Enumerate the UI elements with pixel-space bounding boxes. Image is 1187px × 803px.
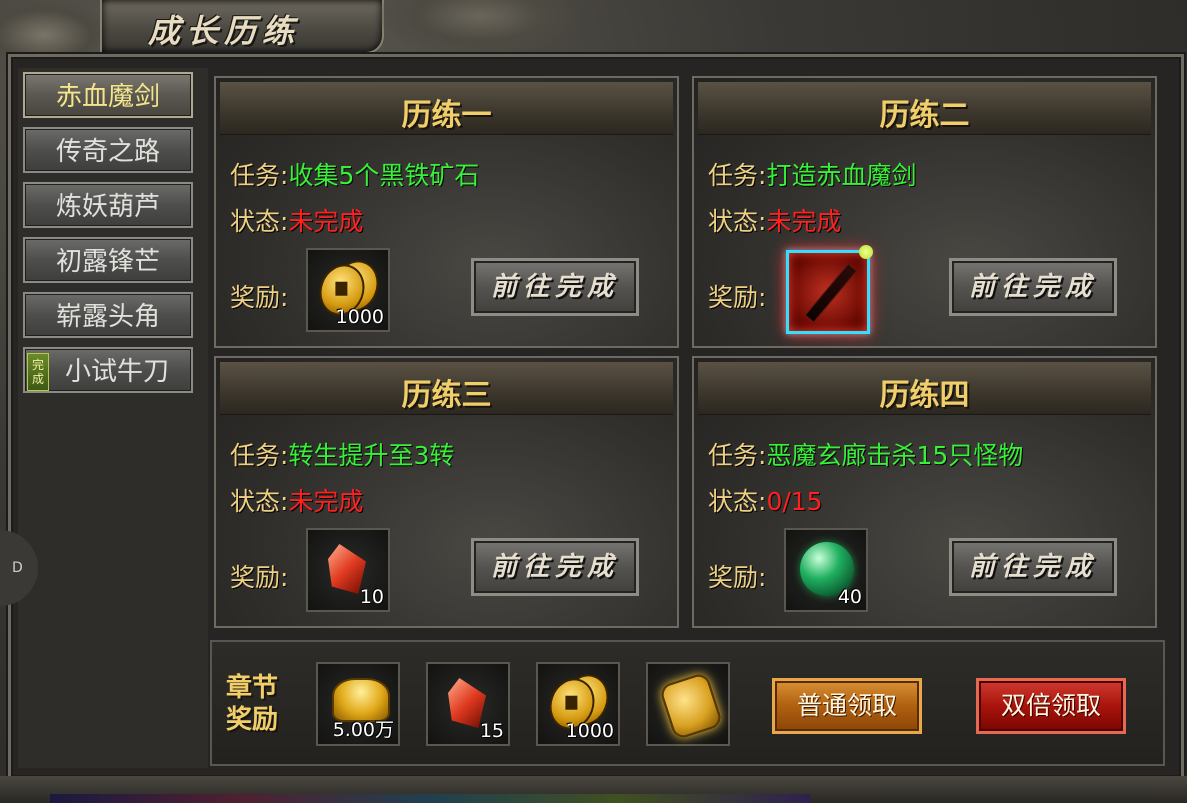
normal-claim-button[interactable]: 普通领取 <box>772 678 922 734</box>
task-text: 打造赤血魔剑 <box>766 161 917 190</box>
sidebar-tab-label: 赤血魔剑 <box>55 82 160 112</box>
status-label: 状态: <box>708 487 767 516</box>
chapter-reward-slot[interactable] <box>646 662 730 746</box>
reward-label: 奖励: <box>708 283 767 312</box>
task-label: 任务: <box>708 441 767 470</box>
reward-slot[interactable]: 10 <box>306 528 390 612</box>
reward-count: 1000 <box>565 720 614 742</box>
reward-label: 奖励: <box>230 563 289 592</box>
task-row: 任务:收集5个黑铁矿石 <box>230 156 479 192</box>
card-header: 历练一 <box>220 82 673 135</box>
go-complete-button[interactable]: 前往完成 <box>949 538 1117 596</box>
task-label: 任务: <box>708 161 767 190</box>
status-text: 未完成 <box>288 207 364 236</box>
chapter-label-line2: 奖励 <box>226 705 279 735</box>
background-strip <box>50 794 810 803</box>
reward-label: 奖励: <box>230 283 289 312</box>
status-text: 0/15 <box>766 487 823 516</box>
task-row: 任务:转生提升至3转 <box>230 436 454 472</box>
completed-badge: 完成 <box>27 353 49 391</box>
sidebar-tab-label: 传奇之路 <box>55 137 160 167</box>
trial-card-1: 历练一 任务:收集5个黑铁矿石 状态:未完成 奖励: 1000 前往完成 <box>214 76 679 348</box>
crimson-sword-icon <box>804 263 858 323</box>
trial-card-4: 历练四 任务:恶魔玄廊击杀15只怪物 状态:0/15 奖励: 40 前往完成 <box>692 356 1157 628</box>
card-header: 历练三 <box>220 362 673 415</box>
sidebar-tab-1[interactable]: 传奇之路 <box>23 127 193 173</box>
task-row: 任务:打造赤血魔剑 <box>708 156 916 192</box>
sidebar-tab-3[interactable]: 初露锋芒 <box>23 237 193 283</box>
reward-slot[interactable] <box>786 245 873 334</box>
reward-count: 15 <box>479 720 504 742</box>
status-label: 状态: <box>708 207 767 236</box>
reward-label: 奖励: <box>708 563 767 592</box>
card-title: 历练三 <box>401 378 492 413</box>
reward-count: 10 <box>359 586 384 608</box>
sidebar-tab-0[interactable]: 赤血魔剑 <box>23 72 193 118</box>
go-complete-button[interactable]: 前往完成 <box>471 258 639 316</box>
gold-token-icon <box>658 671 724 741</box>
chapter-reward-slot[interactable]: 15 <box>426 662 510 746</box>
card-title: 历练一 <box>401 98 492 133</box>
sidebar-tab-4[interactable]: 崭露头角 <box>23 292 193 338</box>
status-row: 状态:未完成 <box>230 482 363 518</box>
status-row: 状态:0/15 <box>708 482 823 518</box>
sidebar: 赤血魔剑 传奇之路 炼妖葫芦 初露锋芒 崭露头角 完成 小试牛刀 <box>18 68 208 768</box>
reward-count: 40 <box>837 586 862 608</box>
status-row: 状态:未完成 <box>230 202 363 238</box>
task-label: 任务: <box>230 161 289 190</box>
sidebar-tab-2[interactable]: 炼妖葫芦 <box>23 182 193 228</box>
reward-count: 5.00万 <box>332 719 394 741</box>
status-label: 状态: <box>230 487 289 516</box>
task-text: 恶魔玄廊击杀15只怪物 <box>766 441 1024 470</box>
chapter-label-line1: 章节 <box>226 673 279 703</box>
trial-card-2: 历练二 任务:打造赤血魔剑 状态:未完成 奖励: 前往完成 <box>692 76 1157 348</box>
reward-slot[interactable]: 1000 <box>306 248 390 332</box>
window-title: 成长历练 <box>148 12 301 50</box>
trial-card-3: 历练三 任务:转生提升至3转 状态:未完成 奖励: 10 前往完成 <box>214 356 679 628</box>
task-text: 转生提升至3转 <box>288 441 455 470</box>
sparkle-icon <box>859 245 873 259</box>
reward-count: 1000 <box>335 306 384 328</box>
go-complete-button[interactable]: 前往完成 <box>949 258 1117 316</box>
status-row: 状态:未完成 <box>708 202 841 238</box>
reward-slot[interactable]: 40 <box>784 528 868 612</box>
chapter-reward-label: 章节 奖励 <box>226 672 296 736</box>
double-claim-button[interactable]: 双倍领取 <box>976 678 1126 734</box>
sidebar-tab-label: 初露锋芒 <box>55 247 160 277</box>
status-text: 未完成 <box>288 487 364 516</box>
status-label: 状态: <box>230 207 289 236</box>
sidebar-tab-5[interactable]: 完成 小试牛刀 <box>23 347 193 393</box>
task-row: 任务:恶魔玄廊击杀15只怪物 <box>708 436 1023 472</box>
task-text: 收集5个黑铁矿石 <box>288 161 480 190</box>
sidebar-tab-label: 炼妖葫芦 <box>55 192 160 222</box>
task-label: 任务: <box>230 441 289 470</box>
chapter-reward-slot[interactable]: 1000 <box>536 662 620 746</box>
sidebar-tab-label: 小试牛刀 <box>64 357 169 387</box>
status-text: 未完成 <box>766 207 842 236</box>
go-complete-button[interactable]: 前往完成 <box>471 538 639 596</box>
card-header: 历练二 <box>698 82 1151 135</box>
dragon-ornament-right <box>380 0 580 54</box>
sidebar-tab-label: 崭露头角 <box>55 302 160 332</box>
chapter-reward-slot[interactable]: 5.00万 <box>316 662 400 746</box>
card-title: 历练四 <box>879 378 970 413</box>
card-header: 历练四 <box>698 362 1151 415</box>
card-title: 历练二 <box>879 98 970 133</box>
